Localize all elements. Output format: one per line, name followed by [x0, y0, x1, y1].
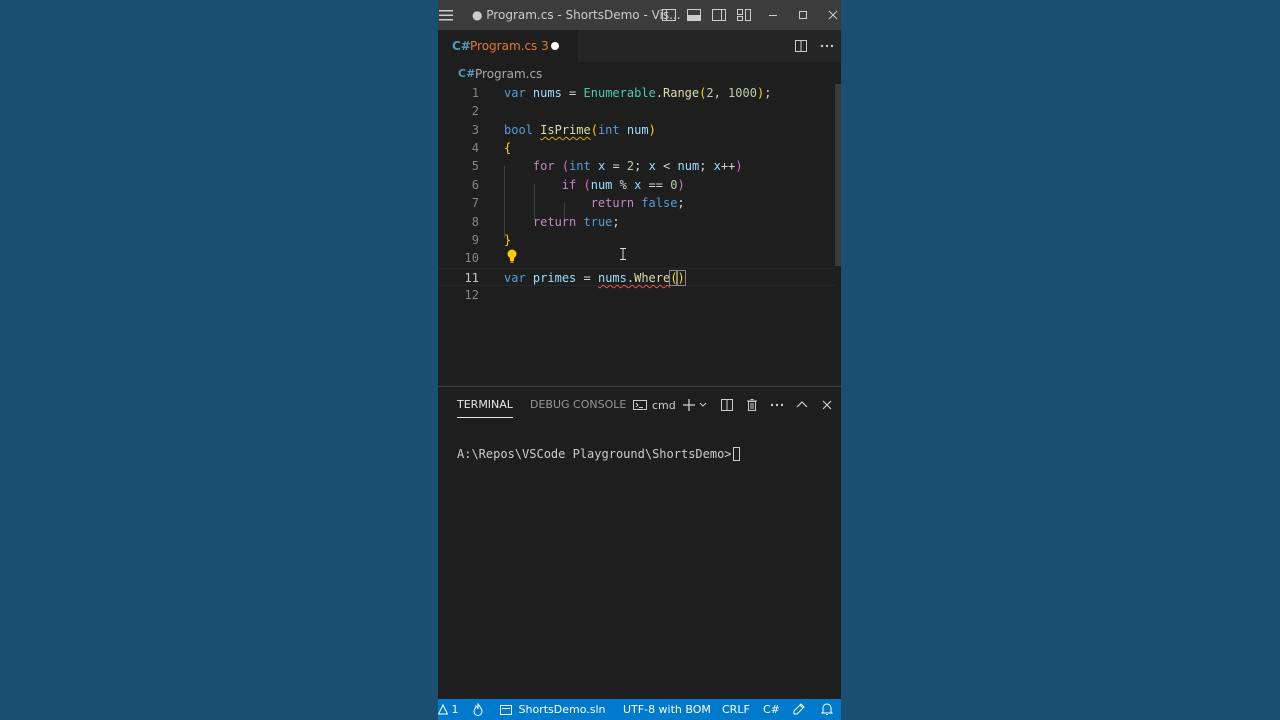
line-number: 4	[471, 141, 479, 155]
code-text: return false;	[590, 196, 685, 210]
terminal-cursor	[732, 447, 740, 461]
line-number: 2	[471, 104, 479, 118]
feedback-icon[interactable]	[792, 702, 806, 716]
maximize-panel-icon[interactable]	[794, 397, 810, 413]
code-line: 4 {	[438, 139, 835, 157]
line-number: 12	[464, 288, 479, 302]
unsaved-dot-icon[interactable]	[551, 42, 559, 50]
terminal-shell-name[interactable]: cmd	[652, 399, 676, 412]
editor-scrollbar[interactable]	[835, 84, 841, 266]
code-line: 9 }	[438, 231, 835, 249]
line-number: 6	[471, 178, 479, 192]
line-number: 8	[471, 215, 479, 229]
language-item[interactable]: C#	[763, 703, 780, 716]
terminal-shell-icon	[632, 397, 648, 413]
new-terminal-icon[interactable]	[681, 397, 697, 413]
split-editor-icon[interactable]	[793, 38, 809, 54]
code-text: if (num % x == 0)	[561, 178, 685, 192]
code-text: {	[504, 141, 512, 155]
toggle-primary-sidebar-icon[interactable]	[661, 7, 677, 23]
code-text: for (int x = 2; x < num; x++)	[532, 159, 743, 173]
line-number: 5	[471, 159, 479, 173]
tab-program-cs[interactable]: C# Program.cs 3	[438, 30, 578, 62]
problems-indicator[interactable]: 1	[438, 703, 459, 716]
code-editor[interactable]: 1 var nums = Enumerable.Range(2, 1000); …	[438, 84, 841, 386]
code-line: 1 var nums = Enumerable.Range(2, 1000);	[438, 84, 835, 102]
trash-icon[interactable]	[744, 397, 760, 413]
terminal-panel: TERMINAL DEBUG CONSOLE cmd A:\Repos\VSCo…	[438, 386, 841, 700]
status-bar: 1 ShortsDemo.sln UTF-8 with BOM CRLF C#	[438, 699, 841, 720]
code-text: bool IsPrime(int num)	[504, 123, 656, 137]
solution-name: ShortsDemo.sln	[518, 703, 606, 716]
code-text: return true;	[532, 215, 620, 229]
line-number: 3	[471, 123, 479, 137]
line-number: 7	[471, 196, 479, 210]
minimize-icon[interactable]	[765, 7, 781, 23]
line-number: 11	[464, 271, 479, 285]
customize-layout-icon[interactable]	[736, 7, 752, 23]
code-line: 5 for (int x = 2; x < num; x++)	[438, 157, 835, 175]
folder-icon	[500, 704, 512, 715]
code-text: }	[504, 233, 512, 247]
editor-tab-bar: C# Program.cs 3	[438, 30, 841, 62]
line-number: 10	[464, 251, 479, 265]
solution-item[interactable]: ShortsDemo.sln	[500, 703, 606, 716]
line-number: 9	[471, 233, 479, 247]
split-terminal-icon[interactable]	[719, 397, 735, 413]
title-bar: ● Program.cs - ShortsDemo - Vis...	[438, 0, 841, 30]
tab-debug-console[interactable]: DEBUG CONSOLE	[530, 398, 626, 411]
breadcrumb: C# Program.cs	[438, 62, 841, 84]
code-text: var primes = nums.Where()	[504, 270, 686, 286]
code-line: 6 if (num % x == 0)	[438, 176, 835, 194]
warning-icon	[438, 704, 448, 715]
terminal-output[interactable]: A:\Repos\VSCode Playground\ShortsDemo>	[457, 447, 740, 461]
mouse-ibeam-icon	[620, 248, 626, 260]
code-line: 8 return true;	[438, 213, 835, 231]
problems-count: 1	[451, 703, 459, 716]
code-line: 3 bool IsPrime(int num)	[438, 121, 835, 139]
encoding-item[interactable]: UTF-8 with BOM	[623, 703, 711, 716]
code-text: var nums = Enumerable.Range(2, 1000);	[504, 86, 772, 100]
hamburger-menu-icon[interactable]	[438, 7, 454, 23]
csharp-file-icon: C#	[452, 39, 471, 53]
breadcrumb-file[interactable]: Program.cs	[475, 67, 542, 81]
code-line: 12	[438, 286, 835, 304]
code-line-current: 11 var primes = nums.Where()	[438, 268, 835, 286]
more-actions-icon[interactable]	[819, 38, 835, 54]
window-title: ● Program.cs - ShortsDemo - Vis...	[472, 8, 681, 22]
code-line: 2	[438, 102, 835, 120]
vscode-window: ● Program.cs - ShortsDemo - Vis... C# Pr…	[438, 0, 841, 720]
code-line: 10	[438, 249, 835, 267]
tab-terminal[interactable]: TERMINAL	[457, 398, 513, 418]
more-actions-icon[interactable]	[769, 397, 785, 413]
tab-label: Program.cs 3	[470, 39, 549, 53]
toggle-panel-icon[interactable]	[686, 7, 702, 23]
chevron-down-icon[interactable]	[697, 397, 713, 413]
eol-item[interactable]: CRLF	[722, 703, 750, 716]
line-number: 1	[471, 86, 479, 100]
lightbulb-icon[interactable]	[507, 249, 517, 263]
maximize-icon[interactable]	[795, 7, 811, 23]
close-panel-icon[interactable]	[819, 397, 835, 413]
toggle-secondary-sidebar-icon[interactable]	[711, 7, 727, 23]
terminal-prompt: A:\Repos\VSCode Playground\ShortsDemo>	[457, 447, 732, 461]
notifications-bell-icon[interactable]	[821, 702, 833, 716]
csharp-file-icon: C#	[458, 67, 476, 80]
close-window-icon[interactable]	[825, 7, 841, 23]
code-line: 7 return false;	[438, 194, 835, 212]
flame-icon[interactable]	[472, 703, 484, 716]
